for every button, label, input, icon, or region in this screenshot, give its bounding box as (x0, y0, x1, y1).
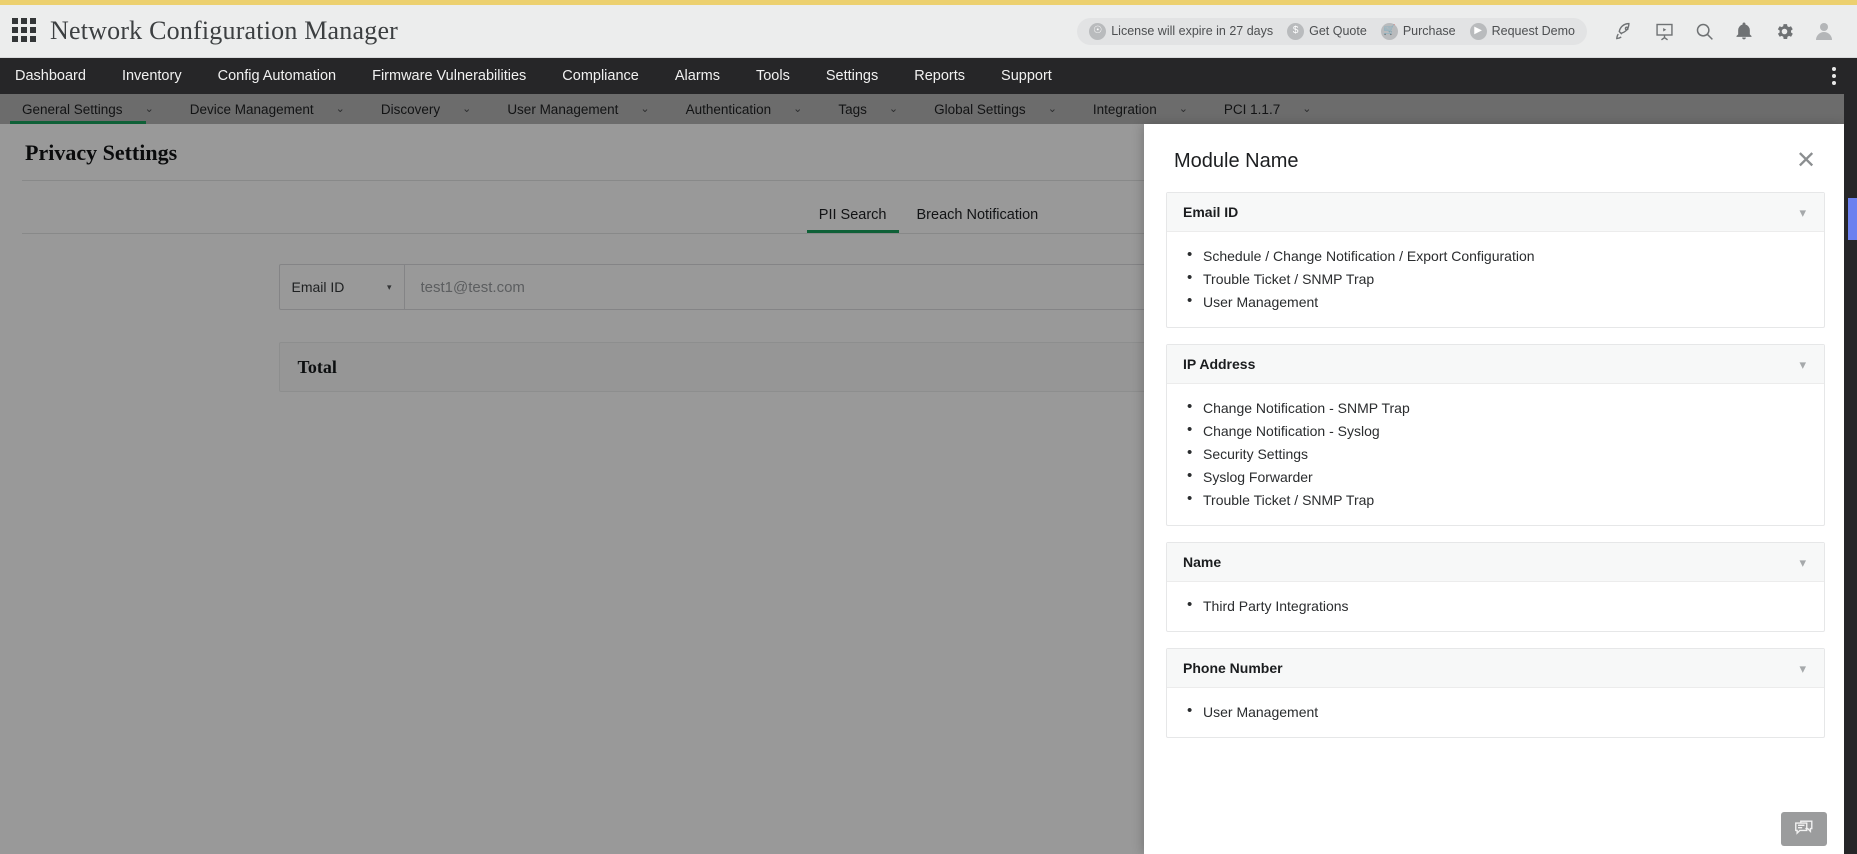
chevron-down-icon: ▾ (1799, 660, 1806, 676)
page-title: Network Configuration Manager (50, 16, 399, 45)
panel-header: Module Name ✕ (1144, 124, 1847, 192)
accordion-header[interactable]: Phone Number ▾ (1167, 649, 1824, 688)
nav-item-tools[interactable]: Tools (738, 58, 808, 94)
nav-item-config-automation[interactable]: Config Automation (200, 58, 355, 94)
panel-body: Email ID ▾ Schedule / Change Notificatio… (1144, 192, 1847, 854)
chevron-down-icon: ▾ (1799, 356, 1806, 372)
search-icon[interactable] (1685, 12, 1723, 50)
list-item: Change Notification - Syslog (1187, 419, 1806, 442)
purchase-button[interactable]: 🛒 Purchase (1380, 22, 1456, 40)
list-item: Syslog Forwarder (1187, 465, 1806, 488)
accordion-title: IP Address (1183, 356, 1256, 372)
accordion-title: Phone Number (1183, 660, 1283, 676)
list-item: Schedule / Change Notification / Export … (1187, 244, 1806, 267)
list-item: User Management (1187, 700, 1806, 723)
feedback-tab[interactable] (1848, 198, 1857, 240)
accordion-header[interactable]: IP Address ▾ (1167, 345, 1824, 384)
accordion-list: Change Notification - SNMP Trap Change N… (1167, 384, 1824, 525)
nav-item-reports[interactable]: Reports (896, 58, 983, 94)
module-name-panel: Module Name ✕ Email ID ▾ Schedule / Chan… (1144, 124, 1847, 854)
cart-icon: 🛒 (1380, 22, 1398, 40)
chevron-down-icon: ▾ (1799, 554, 1806, 570)
app-header: Network Configuration Manager ☉ License … (0, 5, 1857, 58)
chevron-down-icon: ▾ (1799, 204, 1806, 220)
list-item: Trouble Ticket / SNMP Trap (1187, 488, 1806, 511)
list-item: Security Settings (1187, 442, 1806, 465)
request-demo-button[interactable]: ▶ Request Demo (1469, 22, 1575, 40)
accordion-title: Email ID (1183, 204, 1239, 220)
list-item: Third Party Integrations (1187, 594, 1806, 617)
accordion-list: Third Party Integrations (1167, 582, 1824, 631)
primary-navigation: Dashboard Inventory Config Automation Fi… (0, 58, 1857, 94)
nav-item-dashboard[interactable]: Dashboard (0, 58, 104, 94)
bell-icon[interactable] (1725, 12, 1763, 50)
panel-title: Module Name (1174, 149, 1299, 172)
accordion-email-id: Email ID ▾ Schedule / Change Notificatio… (1166, 192, 1825, 328)
demo-screen-icon: ▶ (1469, 22, 1487, 40)
close-icon[interactable]: ✕ (1793, 148, 1819, 174)
nav-item-alarms[interactable]: Alarms (657, 58, 738, 94)
accordion-header[interactable]: Email ID ▾ (1167, 193, 1824, 232)
kebab-menu-icon[interactable] (1821, 61, 1847, 91)
get-quote-button[interactable]: $ Get Quote (1287, 22, 1367, 40)
nav-item-settings[interactable]: Settings (808, 58, 896, 94)
nav-item-support[interactable]: Support (983, 58, 1070, 94)
accordion-title: Name (1183, 554, 1222, 570)
user-avatar-icon[interactable] (1805, 12, 1843, 50)
presentation-icon[interactable] (1645, 12, 1683, 50)
application-window: Network Configuration Manager ☉ License … (0, 0, 1857, 854)
nav-item-compliance[interactable]: Compliance (544, 58, 657, 94)
list-item: User Management (1187, 290, 1806, 313)
dollar-icon: $ (1287, 22, 1305, 40)
gear-icon[interactable] (1765, 12, 1803, 50)
accordion-name: Name ▾ Third Party Integrations (1166, 542, 1825, 632)
list-item: Trouble Ticket / SNMP Trap (1187, 267, 1806, 290)
apps-grid-icon[interactable] (12, 18, 38, 44)
accordion-ip-address: IP Address ▾ Change Notification - SNMP … (1166, 344, 1825, 526)
nav-item-inventory[interactable]: Inventory (104, 58, 200, 94)
license-status[interactable]: ☉ License will expire in 27 days (1089, 22, 1273, 40)
accordion-phone-number: Phone Number ▾ User Management (1166, 648, 1825, 738)
rocket-icon[interactable] (1605, 12, 1643, 50)
accordion-list: User Management (1167, 688, 1824, 737)
license-medal-icon: ☉ (1089, 22, 1107, 40)
accordion-list: Schedule / Change Notification / Export … (1167, 232, 1824, 327)
accordion-header[interactable]: Name ▾ (1167, 543, 1824, 582)
license-pill: ☉ License will expire in 27 days $ Get Q… (1077, 17, 1587, 45)
list-item: Change Notification - SNMP Trap (1187, 396, 1806, 419)
nav-item-firmware-vulnerabilities[interactable]: Firmware Vulnerabilities (354, 58, 544, 94)
header-actions: ☉ License will expire in 27 days $ Get Q… (1077, 12, 1857, 50)
chat-bubbles-icon[interactable] (1781, 812, 1827, 846)
